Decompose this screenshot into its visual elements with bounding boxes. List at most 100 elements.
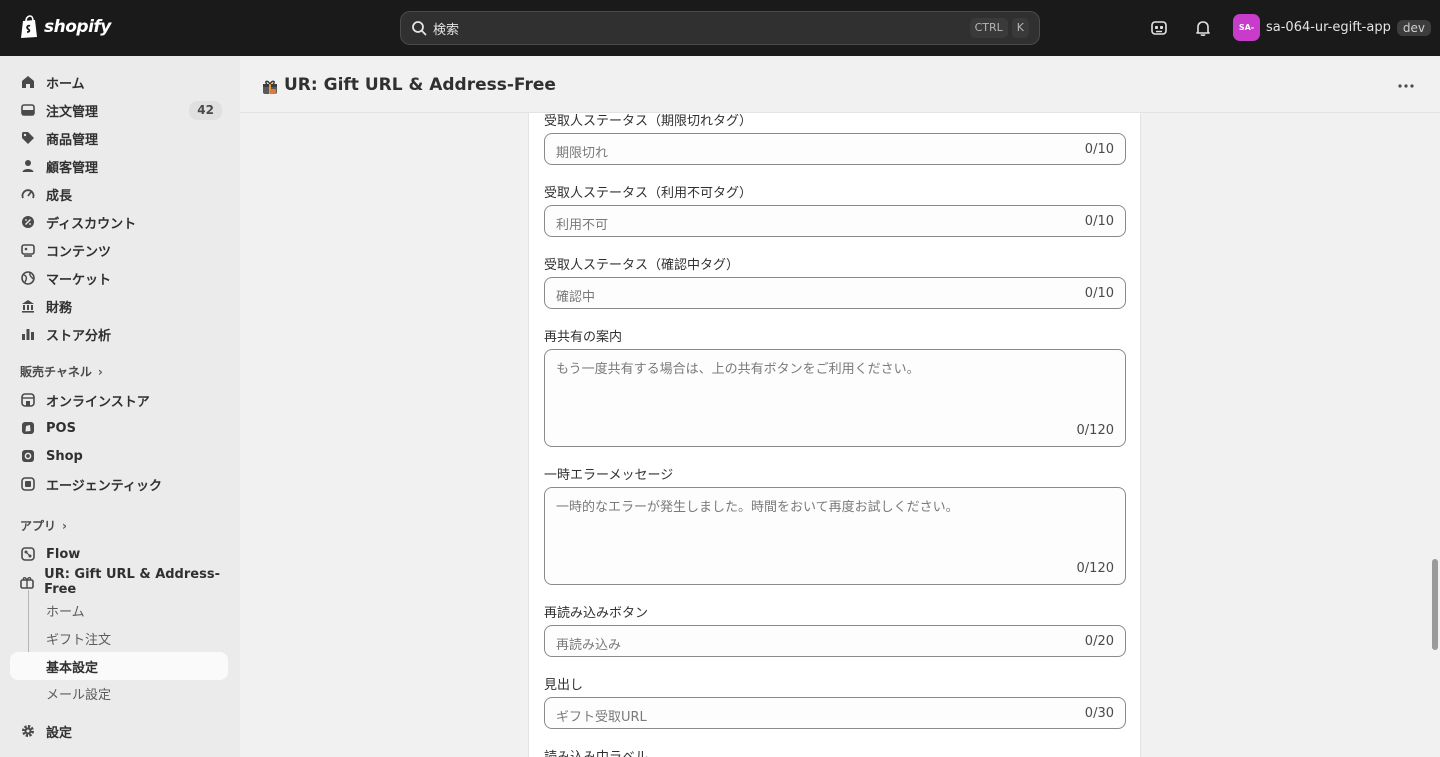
- store-name: sa-064-ur-egift-app: [1266, 20, 1391, 35]
- search-icon: [412, 21, 427, 36]
- pos-icon: [20, 420, 36, 436]
- field-label-temp-error: 一時エラーメッセージ: [544, 468, 674, 483]
- content-icon: [20, 242, 36, 258]
- field-label-reshare-note: 再共有の案内: [544, 330, 623, 345]
- sidekick-button[interactable]: [1148, 17, 1170, 39]
- person-icon: [20, 158, 36, 174]
- page-scrollbar[interactable]: [1432, 113, 1440, 757]
- shopify-logo[interactable]: shopify: [20, 15, 111, 39]
- sidebar-item-customers[interactable]: 顧客管理: [10, 152, 228, 180]
- logo-text: shopify: [44, 17, 111, 37]
- discount-icon: [20, 214, 36, 230]
- temp-error-textarea[interactable]: 一時的なエラーが発生しました。時間をおいて再度お試しください。 0/120: [544, 487, 1126, 585]
- sidebar-item-label: 財務: [46, 300, 73, 316]
- field-label-loading: 読み込み中ラベル: [544, 746, 648, 757]
- gift-app-icon: [263, 80, 277, 94]
- sidebar-clip: メール設定: [10, 680, 228, 700]
- sidebar-item-home[interactable]: ホーム: [10, 68, 228, 96]
- search-placeholder: 検索: [433, 22, 460, 38]
- sidebar-item-label: 成長: [46, 188, 73, 204]
- notifications-button[interactable]: [1192, 17, 1214, 39]
- apps-heading[interactable]: アプリ ›: [20, 517, 67, 534]
- subitem-label: ギフト注文: [46, 632, 112, 648]
- agentic-icon: [20, 476, 36, 492]
- sidebar-item-label: エージェンティック: [46, 478, 162, 494]
- sidebar-subitem-gift-orders[interactable]: ギフト注文: [10, 624, 228, 652]
- sidebar-subitem-app-home[interactable]: ホーム: [10, 596, 228, 624]
- shortcut-ctrl: CTRL: [969, 18, 1008, 38]
- char-counter: 0/10: [1084, 214, 1114, 229]
- page-header: UR: Gift URL & Address-Free: [240, 56, 1440, 113]
- sidebar-item-label: UR: Gift URL & Address-Free: [44, 567, 220, 597]
- sidebar-item-growth[interactable]: 成長: [10, 180, 228, 208]
- sidebar-item-online-store[interactable]: オンラインストア: [10, 386, 228, 414]
- sidebar-item-analytics[interactable]: ストア分析: [10, 320, 228, 348]
- sidebar-item-content[interactable]: コンテンツ: [10, 236, 228, 264]
- checking-tag-input[interactable]: 確認中 0/10: [544, 277, 1126, 309]
- field-label-reload-button: 再読み込みボタン: [544, 606, 649, 621]
- page-title: UR: Gift URL & Address-Free: [284, 75, 556, 95]
- sidebar-item-flow[interactable]: Flow: [10, 540, 228, 568]
- sidebar-item-gift-app[interactable]: UR: Gift URL & Address-Free: [10, 567, 228, 597]
- input-placeholder: 確認中: [556, 290, 596, 305]
- gift-app-icon: [20, 574, 34, 590]
- sidebar-item-settings[interactable]: 設定: [10, 717, 228, 745]
- expired-tag-input[interactable]: 期限切れ 0/10: [544, 133, 1126, 165]
- sidebar-item-shop[interactable]: Shop: [10, 442, 228, 470]
- unavailable-tag-input[interactable]: 利用不可 0/10: [544, 205, 1126, 237]
- input-placeholder: 期限切れ: [556, 146, 609, 161]
- sidebar-item-label: オンラインストア: [46, 394, 150, 410]
- input-placeholder: 利用不可: [556, 218, 609, 233]
- sidebar-item-label: POS: [46, 420, 76, 436]
- top-bar: shopify 検索 CTRL K SA- sa-064-ur-egift-ap…: [0, 0, 1440, 56]
- shopify-bag-icon: [21, 15, 37, 38]
- sidebar-item-label: Shop: [46, 448, 83, 464]
- env-badge: dev: [1396, 19, 1431, 36]
- heading-input[interactable]: ギフト受取URL 0/30: [544, 697, 1126, 729]
- sidebar-item-label: 注文管理: [46, 104, 99, 120]
- sidebar-item-label: 商品管理: [46, 132, 99, 148]
- sales-channels-heading[interactable]: 販売チャネル ›: [20, 363, 103, 380]
- shop-icon: [20, 448, 36, 464]
- sidebar-item-label: Flow: [46, 546, 81, 562]
- sidebar-item-pos[interactable]: POS: [10, 414, 228, 442]
- char-counter: 0/120: [1076, 561, 1114, 576]
- gear-icon: [20, 723, 36, 739]
- reshare-note-textarea[interactable]: もう一度共有する場合は、上の共有ボタンをご利用ください。 0/120: [544, 349, 1126, 447]
- sidebar-item-label: 顧客管理: [46, 160, 99, 176]
- globe-icon: [20, 270, 36, 286]
- textarea-placeholder: もう一度共有する場合は、上の共有ボタンをご利用ください。: [556, 362, 920, 377]
- chevron-right-icon: ›: [97, 364, 103, 379]
- subitem-label: ホーム: [46, 604, 85, 620]
- textarea-placeholder: 一時的なエラーが発生しました。時間をおいて再度お試しください。: [556, 500, 959, 515]
- sidebar-subitem-basic-settings[interactable]: 基本設定: [10, 652, 228, 680]
- main-content: 受取人ステータス（期限切れタグ） 期限切れ 0/10 受取人ステータス（利用不可…: [240, 113, 1432, 757]
- sidebar-item-discounts[interactable]: ディスカウント: [10, 208, 228, 236]
- field-label-unavailable-tag: 受取人ステータス（利用不可タグ）: [544, 186, 753, 201]
- char-counter: 0/10: [1084, 142, 1114, 157]
- field-label-expired-tag: 受取人ステータス（期限切れタグ）: [544, 114, 753, 129]
- more-actions-button[interactable]: [1394, 76, 1418, 96]
- sidebar-item-products[interactable]: 商品管理: [10, 124, 228, 152]
- field-label-checking-tag: 受取人ステータス（確認中タグ）: [544, 258, 740, 273]
- scrollbar-thumb[interactable]: [1432, 559, 1438, 650]
- store-switcher[interactable]: SA- sa-064-ur-egift-app dev: [1233, 14, 1431, 41]
- char-counter: 0/120: [1076, 423, 1114, 438]
- shortcut-k: K: [1011, 18, 1029, 38]
- sidebar-item-markets[interactable]: マーケット: [10, 264, 228, 292]
- sidebar-item-orders[interactable]: 注文管理 42: [10, 96, 228, 124]
- search-input[interactable]: 検索 CTRL K: [400, 11, 1040, 45]
- sales-channels-label: 販売チャネル: [20, 365, 92, 379]
- char-counter: 0/30: [1084, 706, 1114, 721]
- sidebar-item-agentic[interactable]: エージェンティック: [10, 470, 228, 498]
- sidebar-item-label: ホーム: [46, 76, 85, 92]
- sidebar-item-finance[interactable]: 財務: [10, 292, 228, 320]
- reload-button-input[interactable]: 再読み込み 0/20: [544, 625, 1126, 657]
- bank-icon: [20, 298, 36, 314]
- field-label-heading: 見出し: [544, 678, 584, 693]
- bar-chart-icon: [20, 326, 36, 342]
- sidebar-subitem-email-settings[interactable]: メール設定: [10, 680, 228, 700]
- char-counter: 0/20: [1084, 634, 1114, 649]
- sidebar-item-label: 設定: [46, 725, 73, 741]
- input-placeholder: ギフト受取URL: [556, 710, 647, 725]
